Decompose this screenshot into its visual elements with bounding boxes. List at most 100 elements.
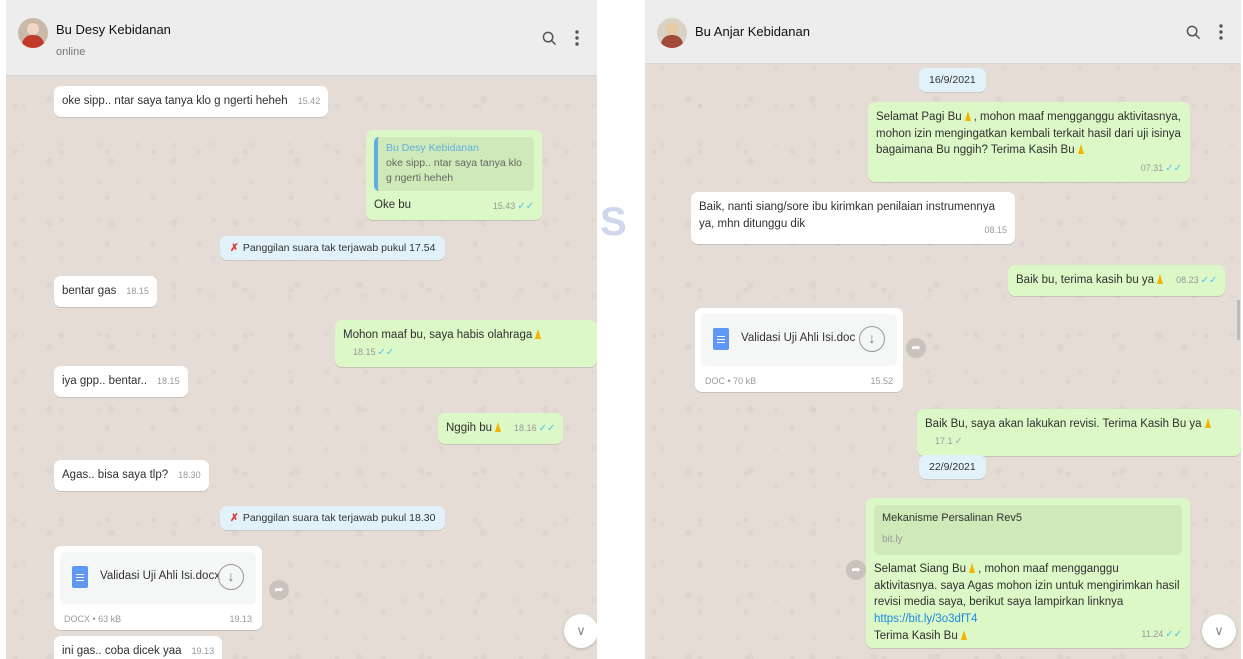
document-name: Validasi Uji Ahli Isi.docx	[100, 570, 220, 582]
message-text: Nggih bu	[446, 422, 493, 434]
avatar[interactable]	[18, 18, 48, 48]
message-text: oke sipp.. ntar saya tanya klo g ngerti …	[62, 95, 288, 107]
message-outgoing-link[interactable]: Mekanisme Persalinan Rev5 bit.ly Selamat…	[866, 498, 1190, 648]
missed-call-icon: ✗	[230, 242, 239, 254]
message-outgoing[interactable]: Baik bu, terima kasih bu ya 08.23 ✓✓	[1008, 265, 1226, 296]
missed-call-text: Panggilan suara tak terjawab pukul 18.30	[242, 512, 436, 524]
date-divider: 16/9/2021	[919, 68, 986, 92]
message-text: Selamat Siang Bu	[874, 563, 967, 575]
message-time: 15.42	[297, 96, 321, 106]
message-list[interactable]: oke sipp.. ntar saya tanya klo g ngerti …	[6, 0, 597, 659]
pray-emoji-icon	[962, 110, 974, 122]
message-text: Baik bu, terima kasih bu ya	[1016, 274, 1155, 286]
document-message[interactable]: Validasi Uji Ahli Isi.doc ↓ DOC • 70 kB …	[695, 308, 903, 392]
message-time: 08.23	[1176, 275, 1199, 285]
message-time: 15.43	[492, 201, 516, 212]
forward-icon[interactable]: ➦	[906, 338, 926, 358]
link-preview-url: bit.ly	[882, 533, 903, 545]
message-text: bentar gas	[62, 285, 117, 297]
background-watermark: S	[600, 200, 627, 244]
message-time: 08.15	[984, 225, 1007, 236]
chat-header[interactable]: Bu Anjar Kebidanan	[645, 0, 1241, 64]
message-text: Oke bu	[374, 198, 412, 211]
chat-panel-left: Bu Desy Kebidanan online oke sipp.. ntar…	[6, 0, 597, 659]
date-text: 16/9/2021	[929, 74, 976, 86]
message-outgoing-reply[interactable]: Bu Desy Kebidanan oke sipp.. ntar saya t…	[366, 130, 542, 220]
pray-emoji-icon	[1075, 143, 1087, 155]
contact-status: online	[56, 46, 86, 58]
message-incoming[interactable]: iya gpp.. bentar.. 18.15	[54, 366, 188, 397]
message-incoming[interactable]: ini gas.. coba dicek yaa 19.13	[54, 636, 223, 659]
message-text: Baik, nanti siang/sore ibu kirimkan peni…	[699, 201, 995, 230]
menu-icon[interactable]	[1219, 24, 1223, 40]
message-time: 18.15	[126, 286, 149, 296]
search-icon[interactable]	[542, 31, 557, 46]
message-text: Baik Bu, saya akan lakukan revisi. Terim…	[925, 418, 1202, 430]
message-text: Agas.. bisa saya tlp?	[62, 469, 169, 481]
contact-name: Bu Desy Kebidanan	[56, 22, 171, 37]
document-preview[interactable]: Validasi Uji Ahli Isi.docx ↓	[60, 552, 256, 604]
message-text: Selamat Pagi Bu	[876, 111, 962, 123]
message-text: Terima Kasih Bu	[874, 629, 958, 642]
document-meta: DOCX • 63 kB	[64, 614, 122, 624]
pray-emoji-icon	[1202, 417, 1214, 429]
pray-emoji-icon	[1154, 273, 1166, 285]
chevron-down-icon[interactable]: ∨	[1202, 614, 1236, 648]
date-divider: 22/9/2021	[919, 455, 986, 479]
message-time: 11.24	[1141, 629, 1164, 640]
quoted-text: oke sipp.. ntar saya tanya klo g ngerti …	[386, 157, 522, 185]
message-link[interactable]: https://bit.ly/3o3dfT4	[874, 613, 978, 625]
pray-emoji-icon	[532, 328, 544, 340]
chevron-down-icon[interactable]: ∨	[564, 614, 597, 648]
download-icon[interactable]: ↓	[859, 326, 885, 352]
message-text: ini gas.. coba dicek yaa	[62, 645, 182, 657]
chat-header[interactable]: Bu Desy Kebidanan online	[6, 0, 597, 76]
message-incoming[interactable]: oke sipp.. ntar saya tanya klo g ngerti …	[54, 86, 329, 117]
menu-icon[interactable]	[575, 30, 579, 46]
message-incoming[interactable]: Baik, nanti siang/sore ibu kirimkan peni…	[691, 192, 1015, 244]
contact-name: Bu Anjar Kebidanan	[695, 24, 810, 39]
document-message[interactable]: Validasi Uji Ahli Isi.docx ↓ DOCX • 63 k…	[54, 546, 262, 630]
link-preview[interactable]: Mekanisme Persalinan Rev5 bit.ly	[874, 505, 1182, 555]
message-time: 18.15	[353, 346, 376, 357]
message-outgoing[interactable]: Mohon maaf bu, saya habis olahraga 18.15 ✓…	[335, 320, 597, 368]
date-text: 22/9/2021	[929, 461, 976, 473]
message-time: 19.13	[229, 614, 252, 624]
double-check-icon: ✓✓	[1165, 629, 1182, 641]
message-text: iya gpp.. bentar..	[62, 375, 148, 387]
message-outgoing[interactable]: Baik Bu, saya akan lakukan revisi. Terim…	[917, 409, 1241, 457]
forward-icon[interactable]: ➦	[846, 560, 866, 580]
message-time: 07.31	[1140, 163, 1164, 174]
message-incoming[interactable]: bentar gas 18.15	[54, 276, 157, 307]
pray-emoji-icon	[958, 629, 970, 641]
quoted-author: Bu Desy Kebidanan	[386, 142, 479, 154]
pray-emoji-icon	[966, 562, 978, 574]
double-check-icon: ✓	[954, 435, 963, 447]
message-outgoing[interactable]: Selamat Pagi Bu, mohon maaf mengganggu a…	[868, 102, 1190, 182]
missed-call-notice: ✗ Panggilan suara tak terjawab pukul 17.5…	[220, 236, 446, 260]
document-preview[interactable]: Validasi Uji Ahli Isi.doc ↓	[701, 314, 897, 366]
quoted-message[interactable]: Bu Desy Kebidanan oke sipp.. ntar saya t…	[374, 137, 534, 191]
pray-emoji-icon	[492, 421, 504, 433]
message-text: Mohon maaf bu, saya habis olahraga	[343, 329, 533, 341]
search-icon[interactable]	[1186, 25, 1201, 40]
double-check-icon: ✓✓	[538, 423, 556, 434]
document-meta: DOC • 70 kB	[705, 376, 757, 386]
avatar[interactable]	[657, 18, 687, 48]
message-time: 18.30	[178, 470, 201, 480]
message-list[interactable]: 16/9/2021 Selamat Pagi Bu, mohon maaf me…	[645, 0, 1241, 659]
document-icon	[72, 566, 88, 588]
double-check-icon: ✓✓	[517, 201, 534, 213]
message-time: 19.13	[191, 646, 215, 656]
message-time: 17.1	[935, 435, 953, 446]
screenshot-page: S Bu Desy Kebidanan online oke sipp.. nt…	[0, 0, 1243, 659]
message-incoming[interactable]: Agas.. bisa saya tlp? 18.30	[54, 460, 209, 491]
download-icon[interactable]: ↓	[218, 564, 244, 590]
message-outgoing[interactable]: Nggih bu 18.16 ✓✓	[438, 413, 564, 444]
forward-icon[interactable]: ➦	[269, 580, 289, 600]
missed-call-notice: ✗ Panggilan suara tak terjawab pukul 18.3…	[220, 506, 446, 530]
missed-call-icon: ✗	[230, 512, 239, 524]
message-time: 15.52	[870, 376, 893, 386]
chat-panel-right: Bu Anjar Kebidanan 16/9/2021 Selamat Pag…	[645, 0, 1241, 659]
message-time: 18.15	[157, 376, 180, 386]
